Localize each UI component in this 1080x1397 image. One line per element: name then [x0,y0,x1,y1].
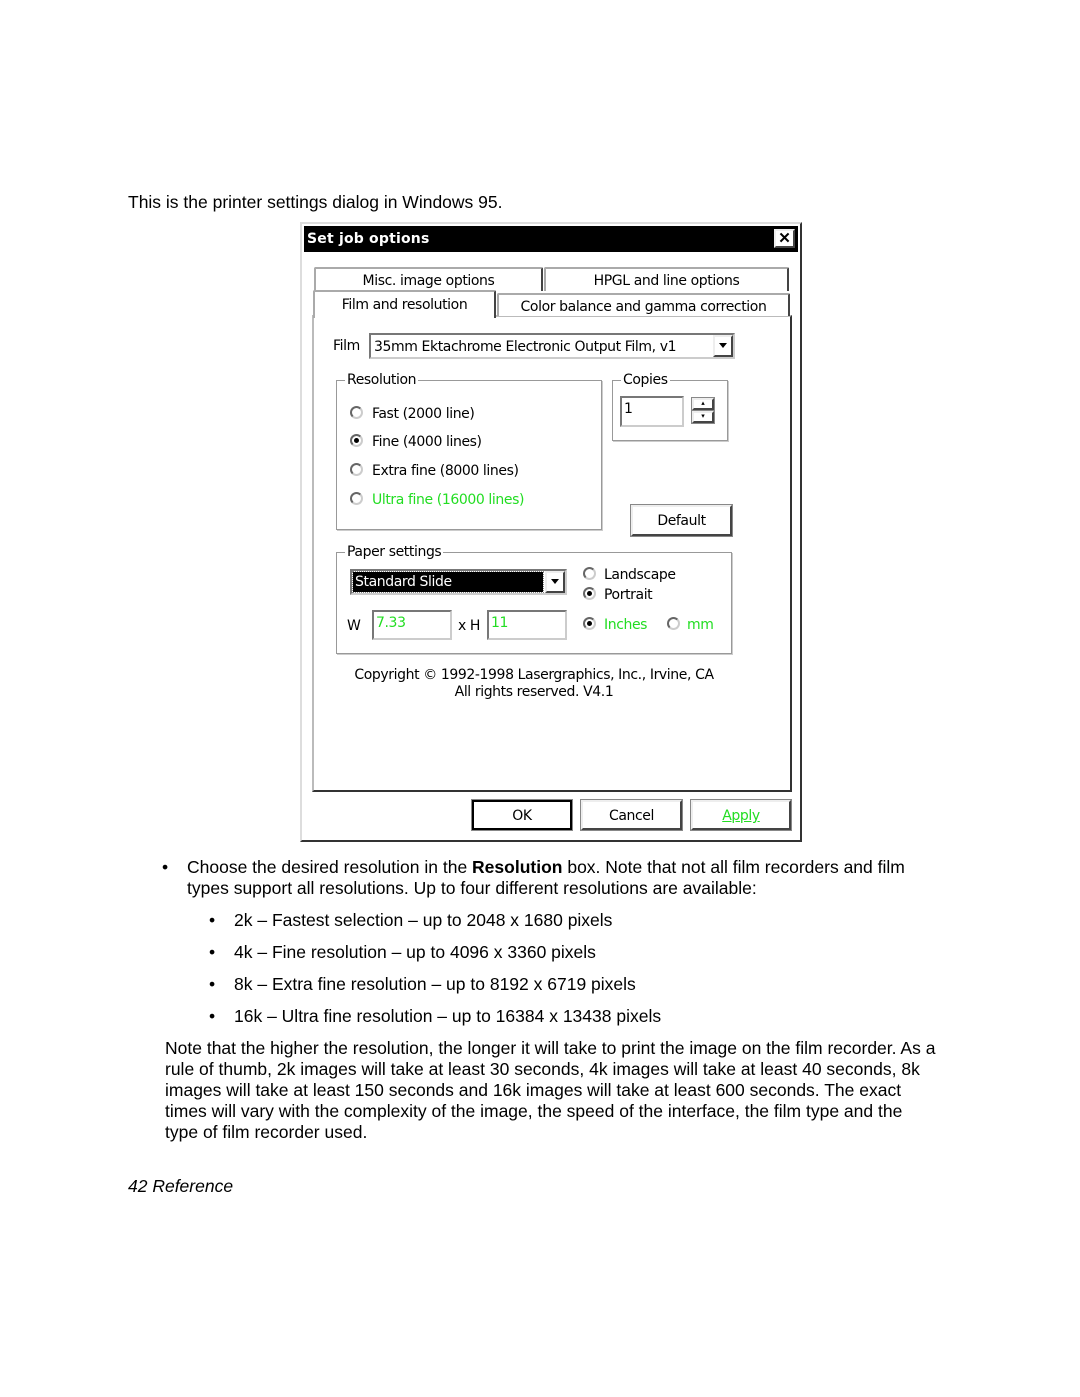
width-label: W [347,618,361,634]
width-value: 7.33 [376,615,406,631]
bullet-text-bold: Resolution [472,857,563,877]
height-input[interactable]: 11 [487,610,567,640]
resolution-group: Resolution Fast (2000 line) Fine (4000 l… [336,372,602,530]
page-footer: 42 Reference [128,1176,234,1196]
resolution-legend: Resolution [345,372,419,388]
copies-value: 1 [624,401,633,417]
paper-size-highlight: Standard Slide [352,571,544,593]
width-input[interactable]: 7.33 [372,610,452,640]
ok-label: OK [512,808,532,824]
tab-hpgl-line-options[interactable]: HPGL and line options [544,267,789,291]
intro-text: This is the printer settings dialog in W… [128,192,503,212]
bullet-icon: • [162,857,169,877]
copies-input[interactable]: 1 [620,396,684,427]
bullet-icon: • [209,1006,216,1026]
radio-portrait[interactable] [583,587,596,600]
radio-fast[interactable] [350,406,363,419]
bullet-text-pre: Choose the desired resolution in the [187,857,473,877]
radio-extra-fine[interactable] [350,463,363,476]
cancel-label: Cancel [608,808,655,824]
note-paragraph: Note that the higher the resolution, the… [165,1038,936,1142]
default-label: Default [657,513,706,529]
radio-label-fine: Fine (4000 lines) [372,434,482,450]
apply-label: Apply [722,808,760,824]
title-bar: Set job options ✕ [304,226,798,252]
radio-ultra-fine[interactable] [350,492,363,505]
dialog-title: Set job options [307,231,430,247]
subbullet-4k: 4k – Fine resolution – up to 4096 x 3360… [234,942,596,962]
copies-group: Copies 1 ▴ ▾ [612,372,728,441]
paper-settings-legend: Paper settings [345,544,444,560]
bullet-icon: • [209,942,216,962]
paper-size-select[interactable]: Standard Slide [350,569,567,595]
tab-color-balance-gamma[interactable]: Color balance and gamma correction [497,293,790,316]
cancel-button[interactable]: Cancel [580,799,683,831]
tab-label: Misc. image options [362,273,495,289]
subbullet-2k: 2k – Fastest selection – up to 2048 x 16… [234,910,613,930]
radio-label-landscape: Landscape [604,567,676,583]
radio-fine[interactable] [350,434,363,447]
radio-mm[interactable] [667,617,680,630]
spin-down-button[interactable]: ▾ [691,410,715,424]
tab-misc-image-options[interactable]: Misc. image options [314,267,543,291]
apply-button[interactable]: Apply [690,799,792,831]
tab-label: HPGL and line options [593,273,740,289]
radio-inches[interactable] [583,617,596,630]
copyright-line-1: Copyright © 1992-1998 Lasergraphics, Inc… [354,667,714,683]
subbullet-16k: 16k – Ultra fine resolution – up to 1638… [234,1006,662,1026]
paper-size-value: Standard Slide [355,574,452,590]
film-select[interactable]: 35mm Ektachrome Electronic Output Film, … [369,333,735,359]
tab-label: Film and resolution [341,297,468,313]
film-label: Film [333,338,360,354]
bullet-resolution: Choose the desired resolution in the Res… [187,857,947,899]
bullet-icon: • [209,974,216,994]
radio-label-mm: mm [687,617,714,633]
height-label: x H [458,618,481,634]
radio-label-inches: Inches [604,617,648,633]
copies-legend: Copies [621,372,670,388]
ok-button[interactable]: OK [471,799,573,831]
radio-label-fast: Fast (2000 line) [372,406,475,422]
default-button[interactable]: Default [630,504,733,537]
radio-label-ultra-fine: Ultra fine (16000 lines) [372,492,525,508]
document-page: This is the printer settings dialog in W… [0,0,1080,1397]
radio-label-extra-fine: Extra fine (8000 lines) [372,463,519,479]
chevron-down-icon[interactable] [713,335,733,357]
tab-label: Color balance and gamma correction [520,299,767,315]
spin-up-button[interactable]: ▴ [691,397,715,411]
chevron-down-icon[interactable] [545,571,565,593]
subbullet-8k: 8k – Extra fine resolution – up to 8192 … [234,974,636,994]
bullet-icon: • [209,910,216,930]
radio-landscape[interactable] [583,567,596,580]
radio-label-portrait: Portrait [604,587,653,603]
copyright-line-2: All rights reserved. V4.1 [454,684,614,700]
film-select-value: 35mm Ektachrome Electronic Output Film, … [374,339,677,355]
paper-settings-group: Paper settings Standard Slide Landscape … [336,544,732,654]
height-value: 11 [491,615,509,631]
close-icon: ✕ [778,230,791,247]
set-job-options-dialog: Set job options ✕ Misc. image options HP… [300,222,802,842]
arrow-down-icon: ▾ [701,413,705,420]
arrow-up-icon: ▴ [701,400,705,407]
close-button[interactable]: ✕ [774,229,795,248]
tab-film-and-resolution[interactable]: Film and resolution [313,290,496,318]
